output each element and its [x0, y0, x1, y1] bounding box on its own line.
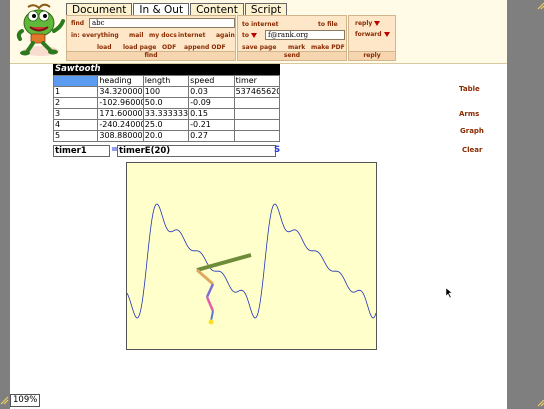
reply-button[interactable]: reply: [355, 20, 381, 27]
forward-button[interactable]: forward: [355, 31, 390, 38]
table-cell[interactable]: 1: [52, 86, 99, 98]
find-input[interactable]: abc: [89, 18, 235, 28]
table-row: 3 171.60000 33.333333 0.15: [52, 108, 281, 120]
zoom-level[interactable]: 109%: [10, 394, 41, 407]
table-header-row: heading length speed timer: [52, 75, 281, 87]
scope-mail[interactable]: mail: [129, 32, 143, 39]
mark-button[interactable]: mark: [288, 44, 305, 51]
find-label: find: [71, 20, 85, 27]
arm-chain: [196, 253, 252, 325]
table-cell[interactable]: 50.0: [142, 97, 190, 109]
make-pdf-button[interactable]: make PDF: [311, 44, 345, 51]
table-cell[interactable]: 33.333333: [142, 108, 190, 120]
table-row: 5 308.88000 20.0 0.27: [52, 130, 281, 142]
frog-logo: [14, 1, 68, 59]
sawtooth-curve: [126, 203, 377, 319]
chevron-down-icon[interactable]: [383, 32, 390, 37]
column-header[interactable]: heading: [97, 75, 144, 87]
table-cell[interactable]: -0.21: [188, 119, 235, 131]
table-cell[interactable]: 0.03: [188, 86, 235, 98]
table-cell[interactable]: [233, 119, 281, 131]
append-odf-button[interactable]: append ODF: [184, 44, 226, 51]
table-cell[interactable]: 537465620: [233, 86, 281, 98]
graph-plot: [126, 203, 377, 325]
table-cell[interactable]: 308.88000: [97, 130, 144, 142]
scope-internet[interactable]: internet: [178, 32, 205, 39]
sawtooth-sheet: Sawtooth heading length speed timer 1 34…: [52, 64, 281, 142]
table-cell[interactable]: 34.320000: [97, 86, 144, 98]
table-cell[interactable]: -240.24000: [97, 119, 144, 131]
table-corner-cell[interactable]: [52, 75, 99, 87]
column-header[interactable]: timer: [233, 75, 281, 87]
send-bar: send: [238, 51, 346, 60]
table-button[interactable]: Table: [459, 85, 480, 93]
arm-segment-3: [205, 283, 215, 298]
sheet-title: Sawtooth: [53, 64, 280, 75]
zoom-handle-icon[interactable]: [0, 396, 9, 405]
table-row: 4 -240.24000 25.0 -0.21: [52, 119, 281, 131]
table-cell[interactable]: 171.60000: [97, 108, 144, 120]
chevron-down-icon[interactable]: [374, 21, 381, 26]
reply-panel: reply forward reply: [348, 15, 396, 61]
in-label: in:: [71, 32, 80, 39]
table-cell[interactable]: [233, 97, 281, 109]
table-cell[interactable]: [233, 108, 281, 120]
load-button[interactable]: load: [97, 44, 112, 51]
resize-handle-icon[interactable]: [537, 399, 544, 407]
column-header[interactable]: length: [142, 75, 190, 87]
scope-everything[interactable]: everything: [82, 32, 119, 39]
graph-button[interactable]: Graph: [460, 127, 484, 135]
resize-handle-icon[interactable]: [537, 2, 544, 10]
scope-my-docs[interactable]: my docs: [149, 32, 177, 39]
table-cell[interactable]: 100: [142, 86, 190, 98]
formula-s-marker[interactable]: S: [274, 145, 280, 155]
table-cell[interactable]: 0.15: [188, 108, 235, 120]
arm-segment-1: [196, 253, 252, 272]
to-file-button[interactable]: to file: [318, 21, 338, 28]
right-gutter: [507, 0, 544, 409]
clear-button[interactable]: Clear: [462, 146, 482, 154]
arms-button[interactable]: Arms: [459, 110, 479, 118]
reply-bar: reply: [349, 51, 395, 60]
table-cell[interactable]: 0.27: [188, 130, 235, 142]
table-cell[interactable]: 25.0: [142, 119, 190, 131]
sheet-grid: heading length speed timer 1 34.320000 1…: [52, 75, 281, 142]
formula-input[interactable]: timerE(20): [117, 145, 276, 157]
cell-name-field[interactable]: timer1: [53, 145, 110, 157]
table-cell[interactable]: 5: [52, 130, 99, 142]
arm-tip: [208, 319, 214, 325]
toolbar-band: Document In & Out Content Script find ab…: [10, 0, 507, 64]
document-page: Document In & Out Content Script find ab…: [10, 0, 507, 409]
table-cell[interactable]: -0.09: [188, 97, 235, 109]
table-cell[interactable]: 2: [52, 97, 99, 109]
table-cell[interactable]: -102.96000: [97, 97, 144, 109]
formula-bar: timer1 = timerE(20) S: [53, 145, 283, 157]
to-internet-button[interactable]: to internet: [242, 21, 279, 28]
load-page-button[interactable]: load page: [123, 44, 156, 51]
table-cell[interactable]: 20.0: [142, 130, 190, 142]
table-row: 2 -102.96000 50.0 -0.09: [52, 97, 281, 109]
arm-segment-2: [196, 268, 214, 286]
table-cell[interactable]: 4: [52, 119, 99, 131]
chevron-down-icon[interactable]: [251, 33, 257, 38]
arm-segment-4: [205, 296, 215, 312]
graph-canvas[interactable]: [126, 162, 377, 350]
zoom-control: 109%: [0, 393, 41, 408]
odf-button[interactable]: ODF: [162, 44, 176, 51]
mouse-pointer-icon: [446, 288, 453, 298]
send-panel: to internet to file to f@rank.org save p…: [237, 15, 347, 61]
find-bar: find: [67, 51, 235, 60]
to-address-input[interactable]: f@rank.org: [265, 30, 345, 40]
table-row: 1 34.320000 100 0.03 537465620: [52, 86, 281, 98]
scope-again[interactable]: again: [216, 32, 235, 39]
table-cell[interactable]: 3: [52, 108, 99, 120]
to-label: to: [242, 32, 257, 39]
arm-segment-5: [210, 310, 214, 322]
find-panel: find abc in: everything mail my docs int…: [66, 15, 236, 61]
save-page-button[interactable]: save page: [242, 44, 276, 51]
column-header[interactable]: speed: [188, 75, 235, 87]
table-cell[interactable]: [233, 130, 281, 142]
